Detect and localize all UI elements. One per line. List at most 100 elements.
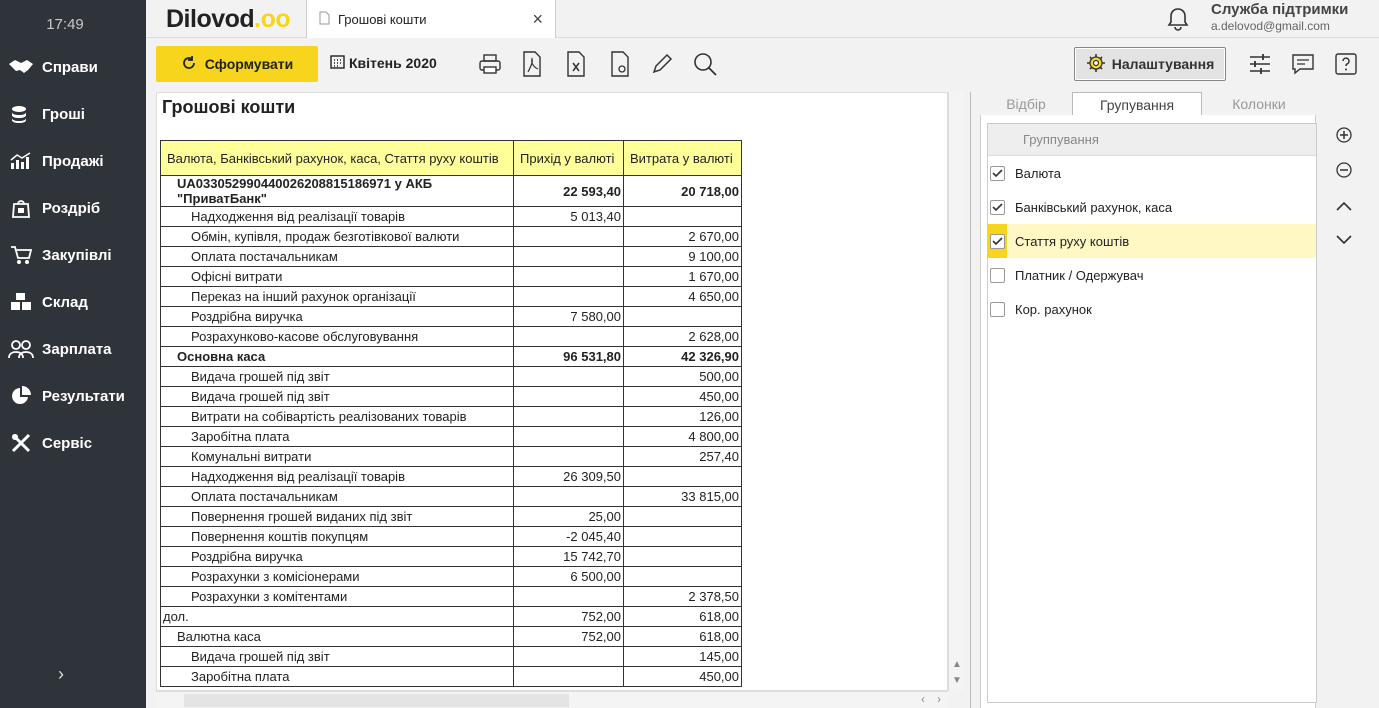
support-block[interactable]: Служба підтримки a.delovod@gmail.com: [1211, 1, 1348, 33]
move-up-icon[interactable]: [1333, 195, 1355, 217]
row-name-cell: Розрахунки з комісіонерами: [160, 566, 514, 587]
sidebar-item-3[interactable]: Роздріб: [0, 188, 146, 228]
sidebar-item-4[interactable]: Закупівлі: [0, 235, 146, 275]
remove-icon[interactable]: [1333, 159, 1355, 181]
expense-cell: 4 650,00: [623, 286, 742, 307]
grouping-checkbox[interactable]: [990, 165, 1005, 181]
expense-cell: 2 670,00: [623, 226, 742, 247]
grouping-item[interactable]: Банківський рахунок, каса: [988, 190, 1316, 224]
column-header-name: Валюта, Банківський рахунок, каса, Статт…: [160, 140, 514, 176]
table-row: Розрахунки з комісіонерами 6 500,00: [160, 566, 742, 587]
scroll-left-icon[interactable]: ‹: [916, 692, 930, 708]
expense-cell: [623, 506, 742, 527]
expense-cell: 145,00: [623, 646, 742, 667]
grouping-checkbox[interactable]: [990, 233, 1005, 249]
sidebar-item-0[interactable]: Справи: [0, 47, 146, 87]
income-cell: [513, 446, 624, 467]
row-name-cell: Обмін, купівля, продаж безготівкової вал…: [160, 226, 514, 247]
grouping-checkbox[interactable]: [990, 301, 1005, 317]
table-row: Розрахунково-касове обслуговування 2 628,…: [160, 326, 742, 347]
search-icon[interactable]: [691, 50, 719, 78]
horizontal-scroll-thumb[interactable]: [184, 694, 569, 707]
scroll-right-icon[interactable]: ›: [932, 692, 946, 708]
expand-sidebar-icon[interactable]: ›: [58, 664, 64, 685]
row-name-cell: Заробітна плата: [160, 426, 514, 447]
panel-splitter[interactable]: [970, 92, 971, 708]
income-cell: 26 309,50: [513, 466, 624, 487]
sidebar: 17:49 Справи Гроші Продажі Роздріб Закупівлі…: [0, 0, 146, 708]
scroll-down-icon[interactable]: ▼: [949, 675, 965, 689]
edit-icon[interactable]: [648, 50, 676, 78]
filter-sliders-icon[interactable]: [1246, 50, 1274, 78]
grouping-item[interactable]: Кор. рахунок: [988, 292, 1316, 326]
tab-filter[interactable]: Відбір: [980, 92, 1072, 116]
logo-dots: .oo: [254, 5, 291, 33]
close-tab-icon[interactable]: ×: [532, 9, 543, 30]
help-icon[interactable]: [1332, 50, 1360, 78]
table-row: UA033052990440026208815186971 у АКБ "При…: [160, 175, 742, 207]
comments-icon[interactable]: [1289, 50, 1317, 78]
support-title: Служба підтримки: [1211, 1, 1349, 18]
table-row: Комунальні витрати 257,40: [160, 446, 742, 467]
sidebar-item-1[interactable]: Гроші: [0, 94, 146, 134]
expense-cell: 618,00: [623, 626, 742, 647]
sidebar-item-8[interactable]: Сервіс: [0, 423, 146, 463]
table-row: Валютна каса 752,00 618,00: [160, 626, 742, 647]
income-cell: 96 531,80: [513, 346, 624, 367]
income-cell: [513, 226, 624, 247]
expense-cell: 33 815,00: [623, 486, 742, 507]
period-selector[interactable]: Квітень 2020: [330, 54, 437, 72]
people-icon: [8, 338, 34, 360]
table-row: Заробітна плата 450,00: [160, 666, 742, 687]
document-tab[interactable]: Грошові кошти ×: [306, 0, 556, 38]
grouping-item[interactable]: Валюта: [988, 156, 1316, 190]
settings-button[interactable]: Налаштування: [1074, 47, 1226, 81]
income-cell: [513, 266, 624, 287]
tab-columns[interactable]: Колонки: [1202, 92, 1316, 116]
bell-icon[interactable]: [1166, 6, 1190, 37]
grouping-checkbox[interactable]: [990, 267, 1005, 283]
print-icon[interactable]: [476, 50, 504, 78]
sidebar-item-7[interactable]: Результати: [0, 376, 146, 416]
sidebar-item-5[interactable]: Склад: [0, 282, 146, 322]
sidebar-item-2[interactable]: Продажі: [0, 141, 146, 181]
document-tab-title: Грошові кошти: [338, 11, 427, 27]
sidebar-item-label: Справи: [42, 58, 98, 76]
sidebar-item-6[interactable]: Зарплата: [0, 329, 146, 369]
table-row: Заробітна плата 4 800,00: [160, 426, 742, 447]
pie-icon: [8, 385, 34, 407]
row-name-cell: Оплата постачальникам: [160, 486, 514, 507]
sidebar-item-label: Гроші: [42, 105, 85, 123]
horizontal-scrollbar[interactable]: ‹ ›: [156, 691, 948, 708]
sidebar-item-label: Сервіс: [42, 434, 93, 452]
report-title: Грошові кошти: [162, 97, 296, 117]
logo[interactable]: Dilovod.oo: [166, 5, 291, 34]
move-down-icon[interactable]: [1333, 229, 1355, 251]
scroll-up-icon[interactable]: ▲: [949, 659, 965, 673]
expense-cell: [623, 306, 742, 327]
row-name-cell: UA033052990440026208815186971 у АКБ "При…: [160, 175, 514, 207]
income-cell: [513, 406, 624, 427]
expense-cell: [623, 546, 742, 567]
expense-cell: 9 100,00: [623, 246, 742, 267]
document-settings-icon[interactable]: [606, 50, 634, 78]
excel-export-icon[interactable]: [562, 50, 590, 78]
add-icon[interactable]: [1333, 124, 1355, 146]
tab-grouping[interactable]: Групування: [1072, 92, 1202, 116]
vertical-scrollbar[interactable]: ▲ ▼: [948, 92, 964, 691]
cart-icon: [8, 244, 34, 266]
coins-icon: [8, 103, 34, 125]
expense-cell: 257,40: [623, 446, 742, 467]
grouping-item[interactable]: Платник / Одержувач: [988, 258, 1316, 292]
grouping-checkbox[interactable]: [990, 199, 1005, 215]
generate-button[interactable]: Сформувати: [156, 46, 318, 82]
tools-icon: [8, 432, 34, 454]
table-row: Витрати на собівартість реалізованих тов…: [160, 406, 742, 427]
document-icon: [319, 11, 330, 28]
settings-label: Налаштування: [1111, 56, 1215, 72]
income-cell: [513, 386, 624, 407]
table-row: Роздрібна виручка 7 580,00: [160, 306, 742, 327]
table-row: Розрахунки з комітентами 2 378,50: [160, 586, 742, 607]
grouping-item[interactable]: Стаття руху коштів: [988, 224, 1316, 258]
pdf-export-icon[interactable]: [518, 50, 546, 78]
